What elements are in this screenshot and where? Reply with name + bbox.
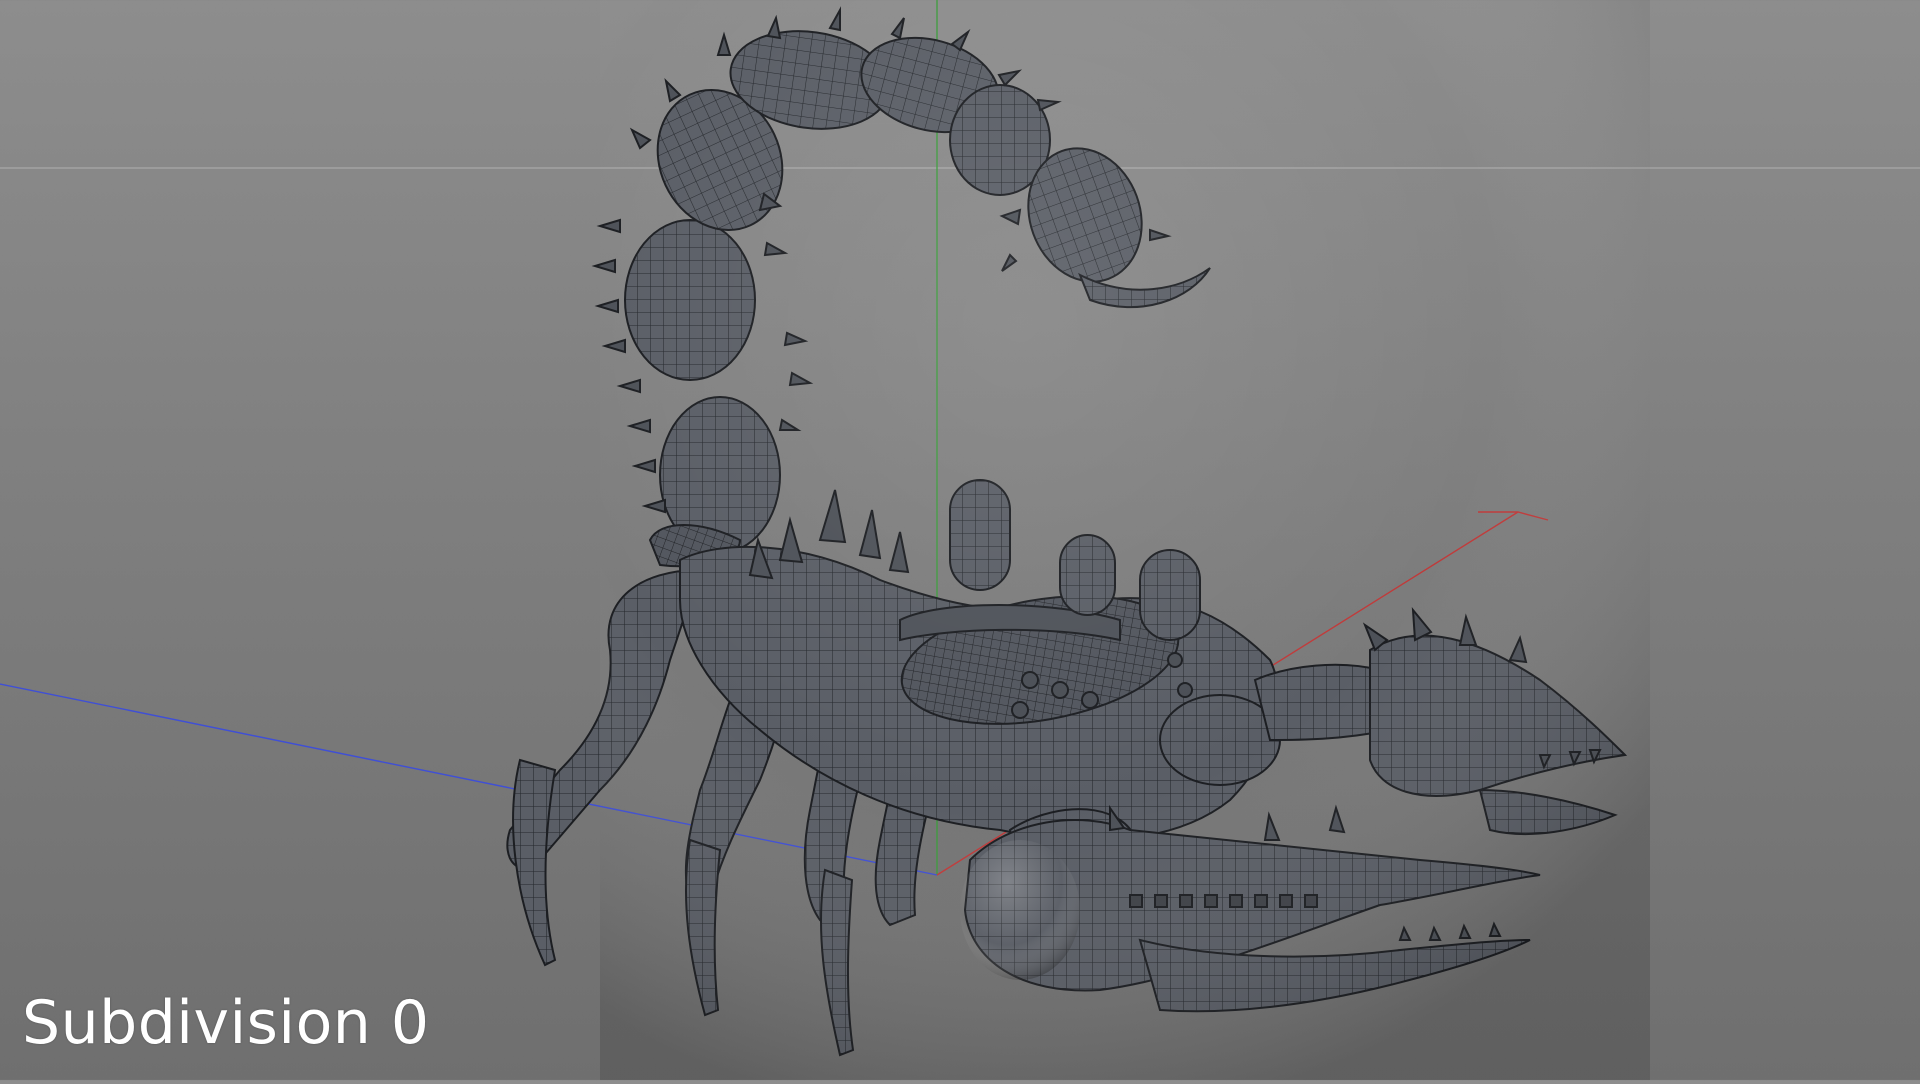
- scorpion-model[interactable]: [506, 0, 1650, 1080]
- viewport-canvas[interactable]: [0, 0, 1920, 1080]
- 3d-viewport[interactable]: Subdivision 0: [0, 0, 1920, 1080]
- subdivision-level-label: Subdivision 0: [22, 988, 430, 1058]
